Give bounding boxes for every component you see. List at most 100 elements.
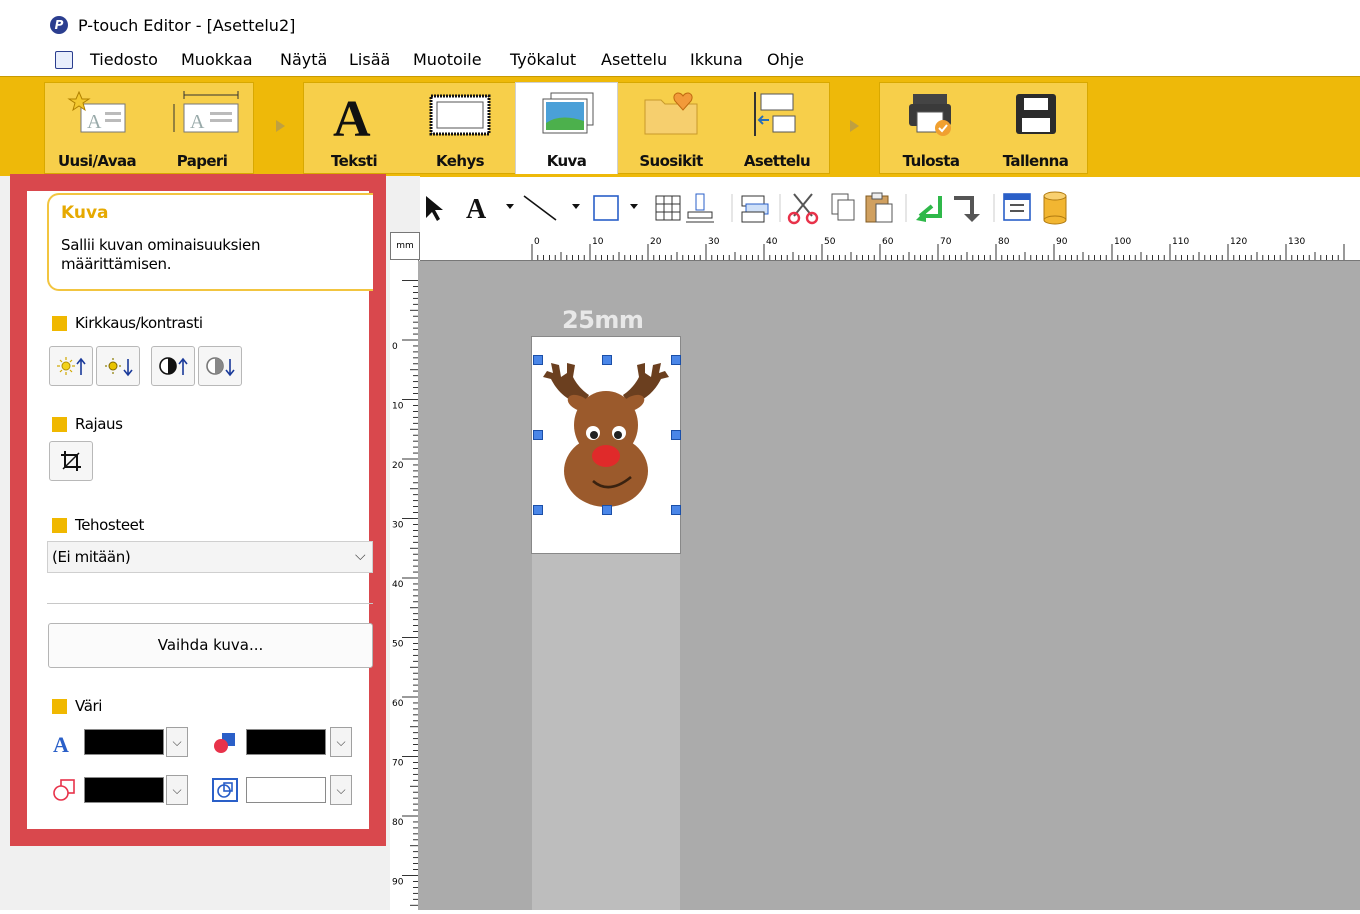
menu-tyokalut[interactable]: Työkalut <box>510 50 576 69</box>
ribbon-button-favorites[interactable]: Suosikit <box>618 82 724 174</box>
fill-color-swatch[interactable] <box>246 729 326 755</box>
p-touch-logo-icon: P <box>50 16 68 34</box>
properties-window-icon[interactable] <box>1003 193 1031 221</box>
ribbon-button-text[interactable]: A Teksti <box>303 82 405 174</box>
menu-tiedosto[interactable]: Tiedosto <box>90 50 158 69</box>
resize-handle[interactable] <box>671 355 681 365</box>
ruler-tick-label: 130 <box>1288 237 1305 247</box>
ribbon-button-new-open[interactable]: A Uusi/Avaa <box>44 82 150 174</box>
ruler-tick-label: 80 <box>998 237 1010 247</box>
resize-handle[interactable] <box>671 505 681 515</box>
ruler-tick-label: 0 <box>534 237 540 247</box>
effects-dropdown[interactable]: (Ei mitään) <box>47 541 373 573</box>
menu-ikkuna[interactable]: Ikkuna <box>690 50 743 69</box>
ruler-tick-label: 60 <box>882 237 894 247</box>
resize-handle[interactable] <box>602 505 612 515</box>
select-arrow-icon[interactable] <box>426 196 443 221</box>
reindeer-image[interactable] <box>537 359 677 511</box>
crop-icon <box>61 451 81 471</box>
window-title: P-touch Editor - [Asettelu2] <box>78 16 296 35</box>
crop-button[interactable] <box>49 441 93 481</box>
new-open-icon: A <box>67 90 126 133</box>
brightness-up-button[interactable] <box>49 346 93 386</box>
horizontal-ruler-ticks: 0 10 20 30 40 50 60 70 80 90 100 110 120 130 <box>531 237 1345 260</box>
line-tool-icon[interactable] <box>523 195 580 221</box>
ruler-tick-label: 30 <box>708 237 720 247</box>
contrast-down-button[interactable] <box>198 346 242 386</box>
menu-asettelu[interactable]: Asettelu <box>601 50 667 69</box>
ribbon-button-layout[interactable]: Asettelu <box>724 82 830 174</box>
arrange-icon[interactable] <box>741 195 769 223</box>
ribbon-label-frame: Kehys <box>436 152 485 170</box>
ribbon-label-paper: Paperi <box>176 152 228 170</box>
favorites-icon <box>644 92 698 135</box>
chevron-down-icon[interactable]: ⌵ <box>330 727 352 757</box>
line-color-swatch[interactable] <box>84 777 164 803</box>
undo-icon[interactable] <box>916 196 942 222</box>
resize-handle[interactable] <box>533 430 543 440</box>
ribbon-button-frame[interactable]: Kehys <box>405 82 515 174</box>
background-color-swatch[interactable] <box>246 777 326 803</box>
effects-label: Tehosteet <box>75 516 144 534</box>
ruler-tick-label: 100 <box>1114 237 1131 247</box>
text-tool-icon[interactable]: A <box>466 194 514 225</box>
chevron-down-icon[interactable]: ⌵ <box>166 775 188 805</box>
table-tool-icon[interactable] <box>655 195 681 221</box>
chevron-down-icon[interactable]: ⌵ <box>330 775 352 805</box>
chevron-down-icon[interactable]: ⌵ <box>355 548 366 564</box>
resize-handle[interactable] <box>602 355 612 365</box>
svg-text:A: A <box>87 111 102 133</box>
ribbon-button-image[interactable]: Kuva <box>515 82 618 174</box>
contrast-up-button[interactable] <box>151 346 195 386</box>
menu-ohje[interactable]: Ohje <box>767 50 804 69</box>
shape-tool-icon[interactable] <box>593 195 638 221</box>
layout-icon <box>754 92 796 136</box>
drawing-toolbar-icons: A <box>426 191 1067 225</box>
align-icon[interactable] <box>686 193 714 223</box>
fill-color-icon <box>214 733 235 753</box>
ribbon-button-print[interactable]: Tulosta <box>879 82 983 174</box>
line-color-icon <box>53 779 75 801</box>
ruler-tick-label: 50 <box>824 237 836 247</box>
text-color-swatch[interactable] <box>84 729 164 755</box>
cut-icon[interactable] <box>787 193 819 225</box>
chevron-down-icon[interactable]: ⌵ <box>166 727 188 757</box>
section-marker-icon <box>52 699 67 714</box>
ruler-tick-label: 120 <box>1230 237 1247 247</box>
frame-icon <box>429 94 491 136</box>
image-icon <box>542 92 593 134</box>
copy-icon[interactable] <box>831 193 855 221</box>
ribbon-label-layout: Asettelu <box>743 152 811 170</box>
ruler-tick-label: 90 <box>392 878 404 888</box>
change-image-button[interactable]: Vaihda kuva... <box>48 623 373 668</box>
menu-lisaa[interactable]: Lisää <box>349 50 390 69</box>
ribbon-button-paper[interactable]: A Paperi <box>150 82 254 174</box>
paste-icon[interactable] <box>865 192 893 223</box>
ribbon-scroll-arrow-icon[interactable] <box>276 120 285 132</box>
menu-nayta[interactable]: Näytä <box>280 50 327 69</box>
vertical-ruler: 0 10 20 30 40 50 60 70 80 90 <box>390 260 419 910</box>
document-menu-icon[interactable] <box>55 51 73 69</box>
ruler-tick-label: 60 <box>392 699 404 709</box>
svg-text:A: A <box>466 194 487 225</box>
resize-handle[interactable] <box>533 505 543 515</box>
menu-muotoile[interactable]: Muotoile <box>413 50 482 69</box>
brightness-down-icon <box>105 358 133 377</box>
resize-handle[interactable] <box>533 355 543 365</box>
brightness-contrast-label: Kirkkaus/kontrasti <box>75 314 203 332</box>
resize-handle[interactable] <box>671 430 681 440</box>
section-marker-icon <box>52 316 67 331</box>
menu-muokkaa[interactable]: Muokkaa <box>181 50 253 69</box>
ruler-tick-label: 20 <box>650 237 662 247</box>
redo-icon[interactable] <box>954 196 980 222</box>
ribbon-scroll-arrow-icon[interactable] <box>850 120 859 132</box>
crop-label: Rajaus <box>75 415 123 433</box>
text-color-icon: A <box>53 733 69 755</box>
brightness-down-button[interactable] <box>96 346 140 386</box>
ribbon-button-save[interactable]: Tallenna <box>983 82 1088 174</box>
ruler-tick-label: 80 <box>392 818 404 828</box>
ribbon-label-print: Tulosta <box>902 152 960 170</box>
section-marker-icon <box>52 417 67 432</box>
ribbon-label-image: Kuva <box>546 152 587 170</box>
database-icon[interactable] <box>1043 191 1067 225</box>
